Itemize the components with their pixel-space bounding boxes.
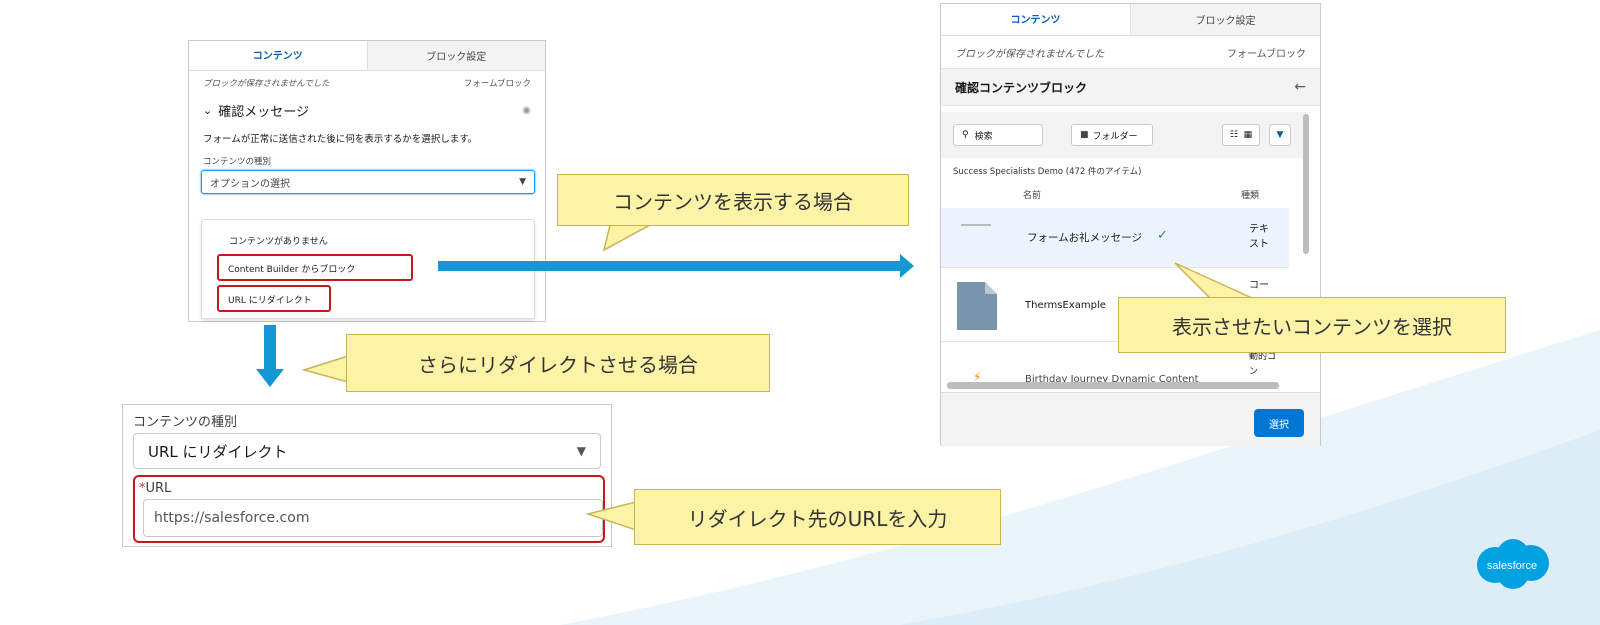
callout-redirect: さらにリダイレクトさせる場合 <box>346 334 770 392</box>
callout-choose-content: 表示させたいコンテンツを選択 <box>1118 297 1506 353</box>
slide: コンテンツ ブロック設定 ブロックが保存されませんでした フォームブロック ⌄ … <box>0 0 1600 625</box>
callout-show-content: コンテンツを表示する場合 <box>557 174 909 226</box>
callout-enter-url: リダイレクト先のURLを入力 <box>634 489 1001 545</box>
